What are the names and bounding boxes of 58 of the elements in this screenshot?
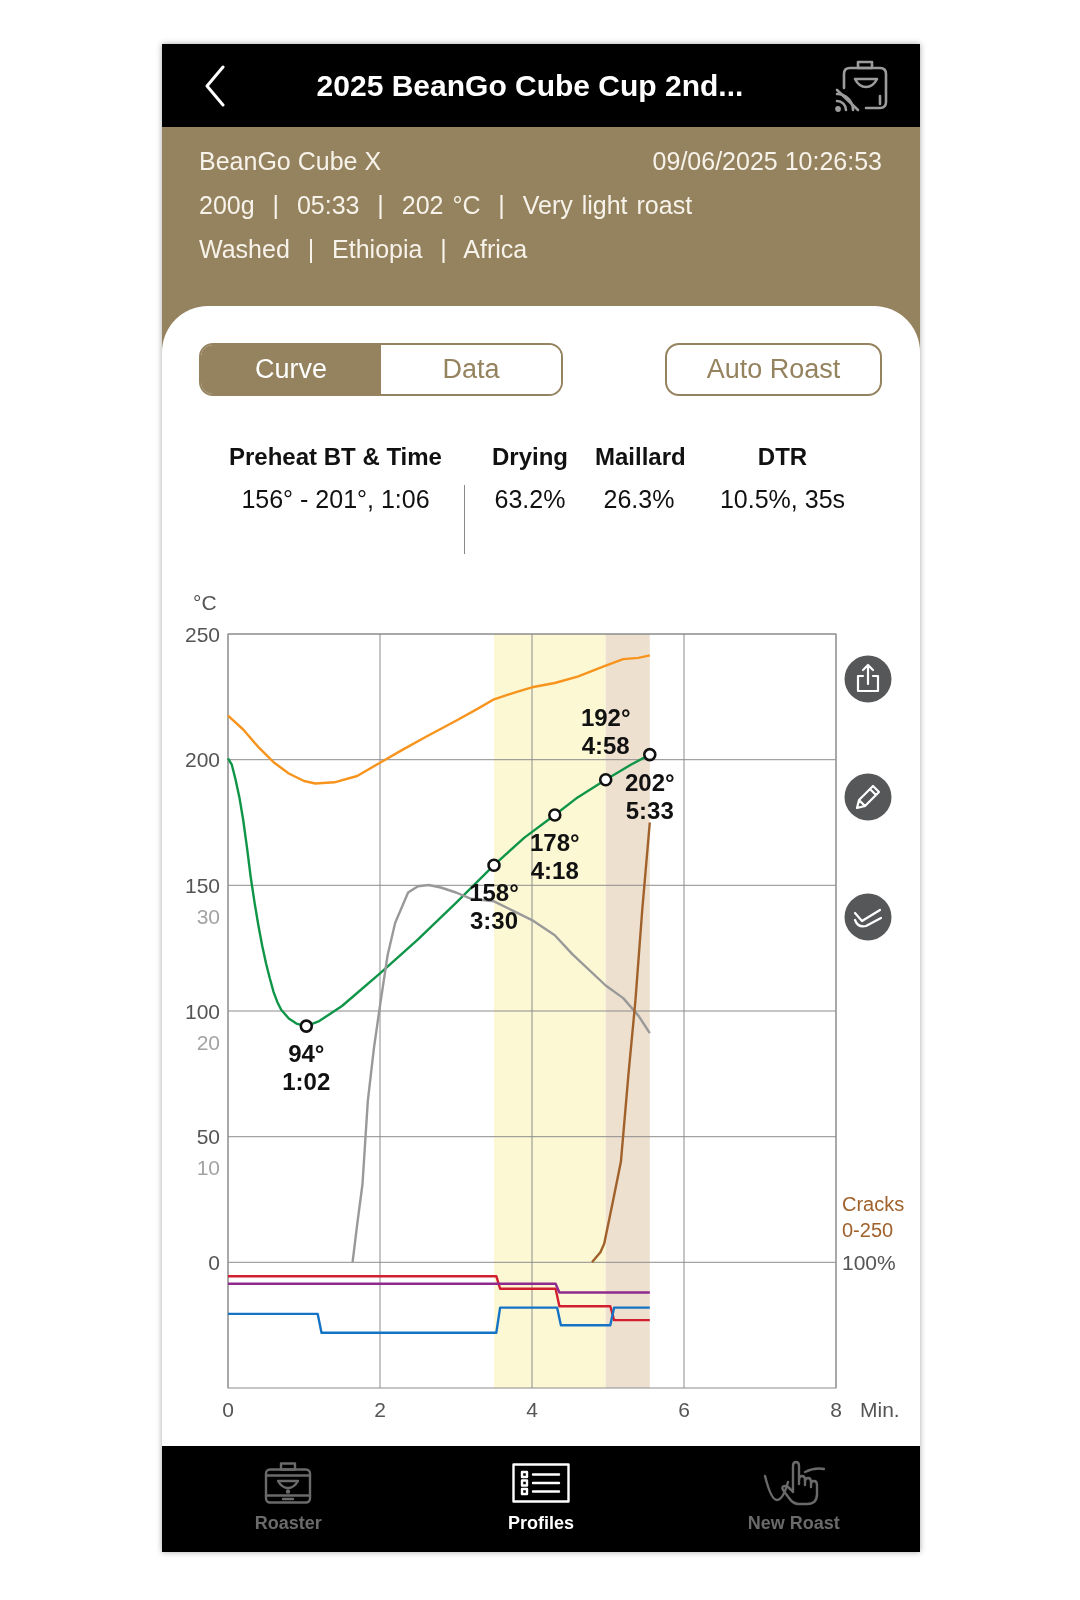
y-tick-label: 250 (184, 622, 220, 646)
back-icon[interactable] (204, 64, 226, 107)
x-tick-label: 6 (678, 1397, 690, 1421)
view-tab[interactable]: Curve (201, 345, 381, 394)
point-marker (548, 808, 562, 822)
point-label: 192° 4:58 (580, 703, 631, 759)
point-label: 202° 5:33 (625, 768, 675, 824)
secondary-tick-label: 30 (196, 904, 220, 928)
stat-heading: Preheat BT & Time (229, 442, 442, 472)
stat-heading: Maillard (595, 442, 686, 472)
stat-value: 156° - 201°, 1:06 (241, 484, 430, 515)
edit-button[interactable] (844, 773, 892, 821)
x-tick-label: 2 (374, 1397, 386, 1421)
y-tick-label: 200 (184, 748, 220, 772)
check-icon (853, 908, 883, 928)
y-tick-label: 50 (196, 1125, 220, 1149)
roaster-name: BeanGo Cube X (199, 146, 382, 177)
stat-heading: DTR (757, 442, 808, 472)
stat-value: 26.3% (603, 484, 675, 515)
percent-scale-label: 100% (842, 1250, 896, 1274)
hand-pointer-icon (762, 1460, 825, 1506)
roast-datetime: 09/06/2025 10:26:53 (652, 146, 882, 177)
point-label: 158° 3:30 (469, 879, 519, 935)
info-line: 200g | 05:33 | 202 °C | Very light roast (199, 190, 694, 221)
share-icon (856, 663, 880, 693)
check-button[interactable] (844, 893, 892, 941)
secondary-tick-label: 10 (196, 1156, 220, 1180)
point-label: 94° 1:02 (282, 1040, 331, 1096)
secondary-tick-label: 20 (196, 1030, 220, 1054)
series-scale-label: 0-250 (842, 1219, 894, 1242)
point-marker (643, 747, 657, 762)
point-label: 178° 4:18 (530, 829, 580, 884)
x-tick-label: 0 (222, 1397, 234, 1421)
series-label: Cracks (842, 1193, 905, 1216)
auto-roast-button[interactable]: Auto Roast (665, 343, 882, 396)
point-marker (598, 773, 613, 787)
y-axis-title: °C (193, 590, 217, 614)
stat-heading: Drying (492, 442, 568, 472)
page-title: 2025 BeanGo Cube Cup 2nd... (316, 68, 744, 102)
y-tick-label: 100 (184, 999, 220, 1023)
y-tick-label: 150 (184, 873, 220, 897)
list-icon (512, 1460, 570, 1506)
info-line: Washed | Ethiopia | Africa (199, 234, 529, 265)
tab-bar-item[interactable]: New Roast (667, 1446, 920, 1552)
roaster-signal-icon[interactable] (834, 59, 890, 112)
roaster-icon (264, 1460, 313, 1506)
point-marker (487, 858, 501, 872)
x-tick-label: 8 (830, 1397, 842, 1421)
tab-bar-item[interactable]: Profiles (414, 1446, 668, 1552)
tab-bar-item[interactable]: Roaster (162, 1446, 415, 1552)
stat-value: 10.5%, 35s (719, 484, 846, 515)
share-button[interactable] (844, 655, 892, 703)
y-tick-label: 0 (208, 1250, 220, 1274)
x-axis-title: Min. (860, 1397, 900, 1421)
stat-value: 63.2% (494, 484, 566, 515)
point-marker (299, 1019, 314, 1033)
pencil-icon (855, 784, 881, 810)
x-tick-label: 4 (526, 1397, 538, 1421)
